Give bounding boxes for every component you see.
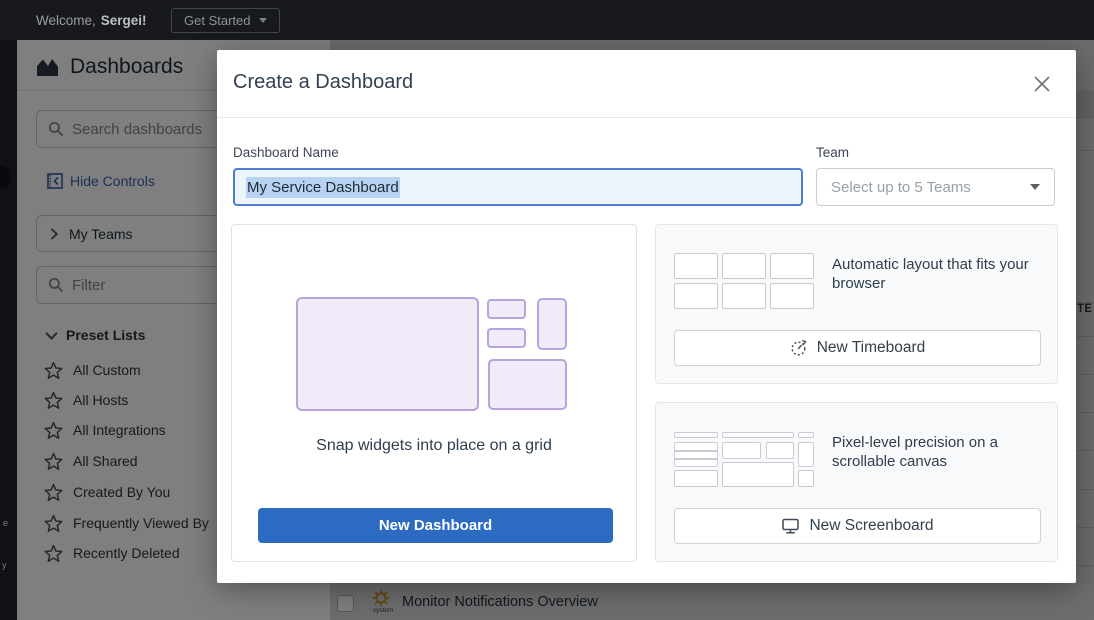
nav-label-fragment: y	[2, 560, 7, 570]
new-timeboard-button[interactable]: New Timeboard	[674, 330, 1041, 366]
chevron-down-icon	[1030, 184, 1040, 190]
get-started-label: Get Started	[184, 13, 250, 28]
team-label: Team	[816, 145, 849, 160]
new-screenboard-button[interactable]: New Screenboard	[674, 508, 1041, 544]
grid-dashboard-card: Snap widgets into place on a grid New Da…	[231, 224, 637, 562]
welcome-prefix: Welcome,	[36, 13, 96, 28]
divider	[217, 117, 1076, 118]
welcome-name: Sergei!	[101, 13, 147, 28]
team-select-placeholder: Select up to 5 Teams	[831, 179, 971, 196]
new-dashboard-label: New Dashboard	[379, 517, 492, 534]
dashboard-name-input[interactable]: My Service Dashboard	[233, 168, 803, 206]
close-button[interactable]	[1031, 73, 1053, 95]
collapsed-nav-strip: e y	[0, 40, 17, 620]
chevron-down-icon	[259, 18, 267, 23]
screenboard-card-caption: Pixel-level precision on a scrollable ca…	[832, 433, 1050, 471]
new-screenboard-label: New Screenboard	[809, 517, 933, 535]
timeboard-card-caption: Automatic layout that fits your browser	[832, 255, 1050, 293]
new-timeboard-label: New Timeboard	[817, 339, 926, 357]
create-dashboard-modal: Create a Dashboard Dashboard Name My Ser…	[217, 50, 1076, 583]
modal-title: Create a Dashboard	[233, 71, 413, 94]
timeboard-card: Automatic layout that fits your browser …	[655, 224, 1058, 384]
close-icon	[1032, 74, 1052, 94]
selected-text: My Service Dashboard	[246, 177, 400, 198]
get-started-button[interactable]: Get Started	[171, 8, 280, 33]
monitor-icon	[781, 517, 800, 535]
dashboard-name-label: Dashboard Name	[233, 145, 339, 160]
stopwatch-icon	[790, 339, 808, 357]
trial-top-bar: Welcome, Sergei! Get Started	[0, 0, 1094, 40]
app-screen: Dashboards Hide Controls	[0, 0, 1094, 620]
grid-card-caption: Snap widgets into place on a grid	[232, 437, 636, 455]
welcome-message: Welcome, Sergei!	[36, 0, 147, 40]
screenboard-card: Pixel-level precision on a scrollable ca…	[655, 402, 1058, 562]
new-dashboard-button[interactable]: New Dashboard	[258, 508, 613, 543]
nav-pill	[0, 166, 10, 188]
team-select[interactable]: Select up to 5 Teams	[816, 168, 1055, 206]
nav-label-fragment: e	[3, 518, 8, 528]
